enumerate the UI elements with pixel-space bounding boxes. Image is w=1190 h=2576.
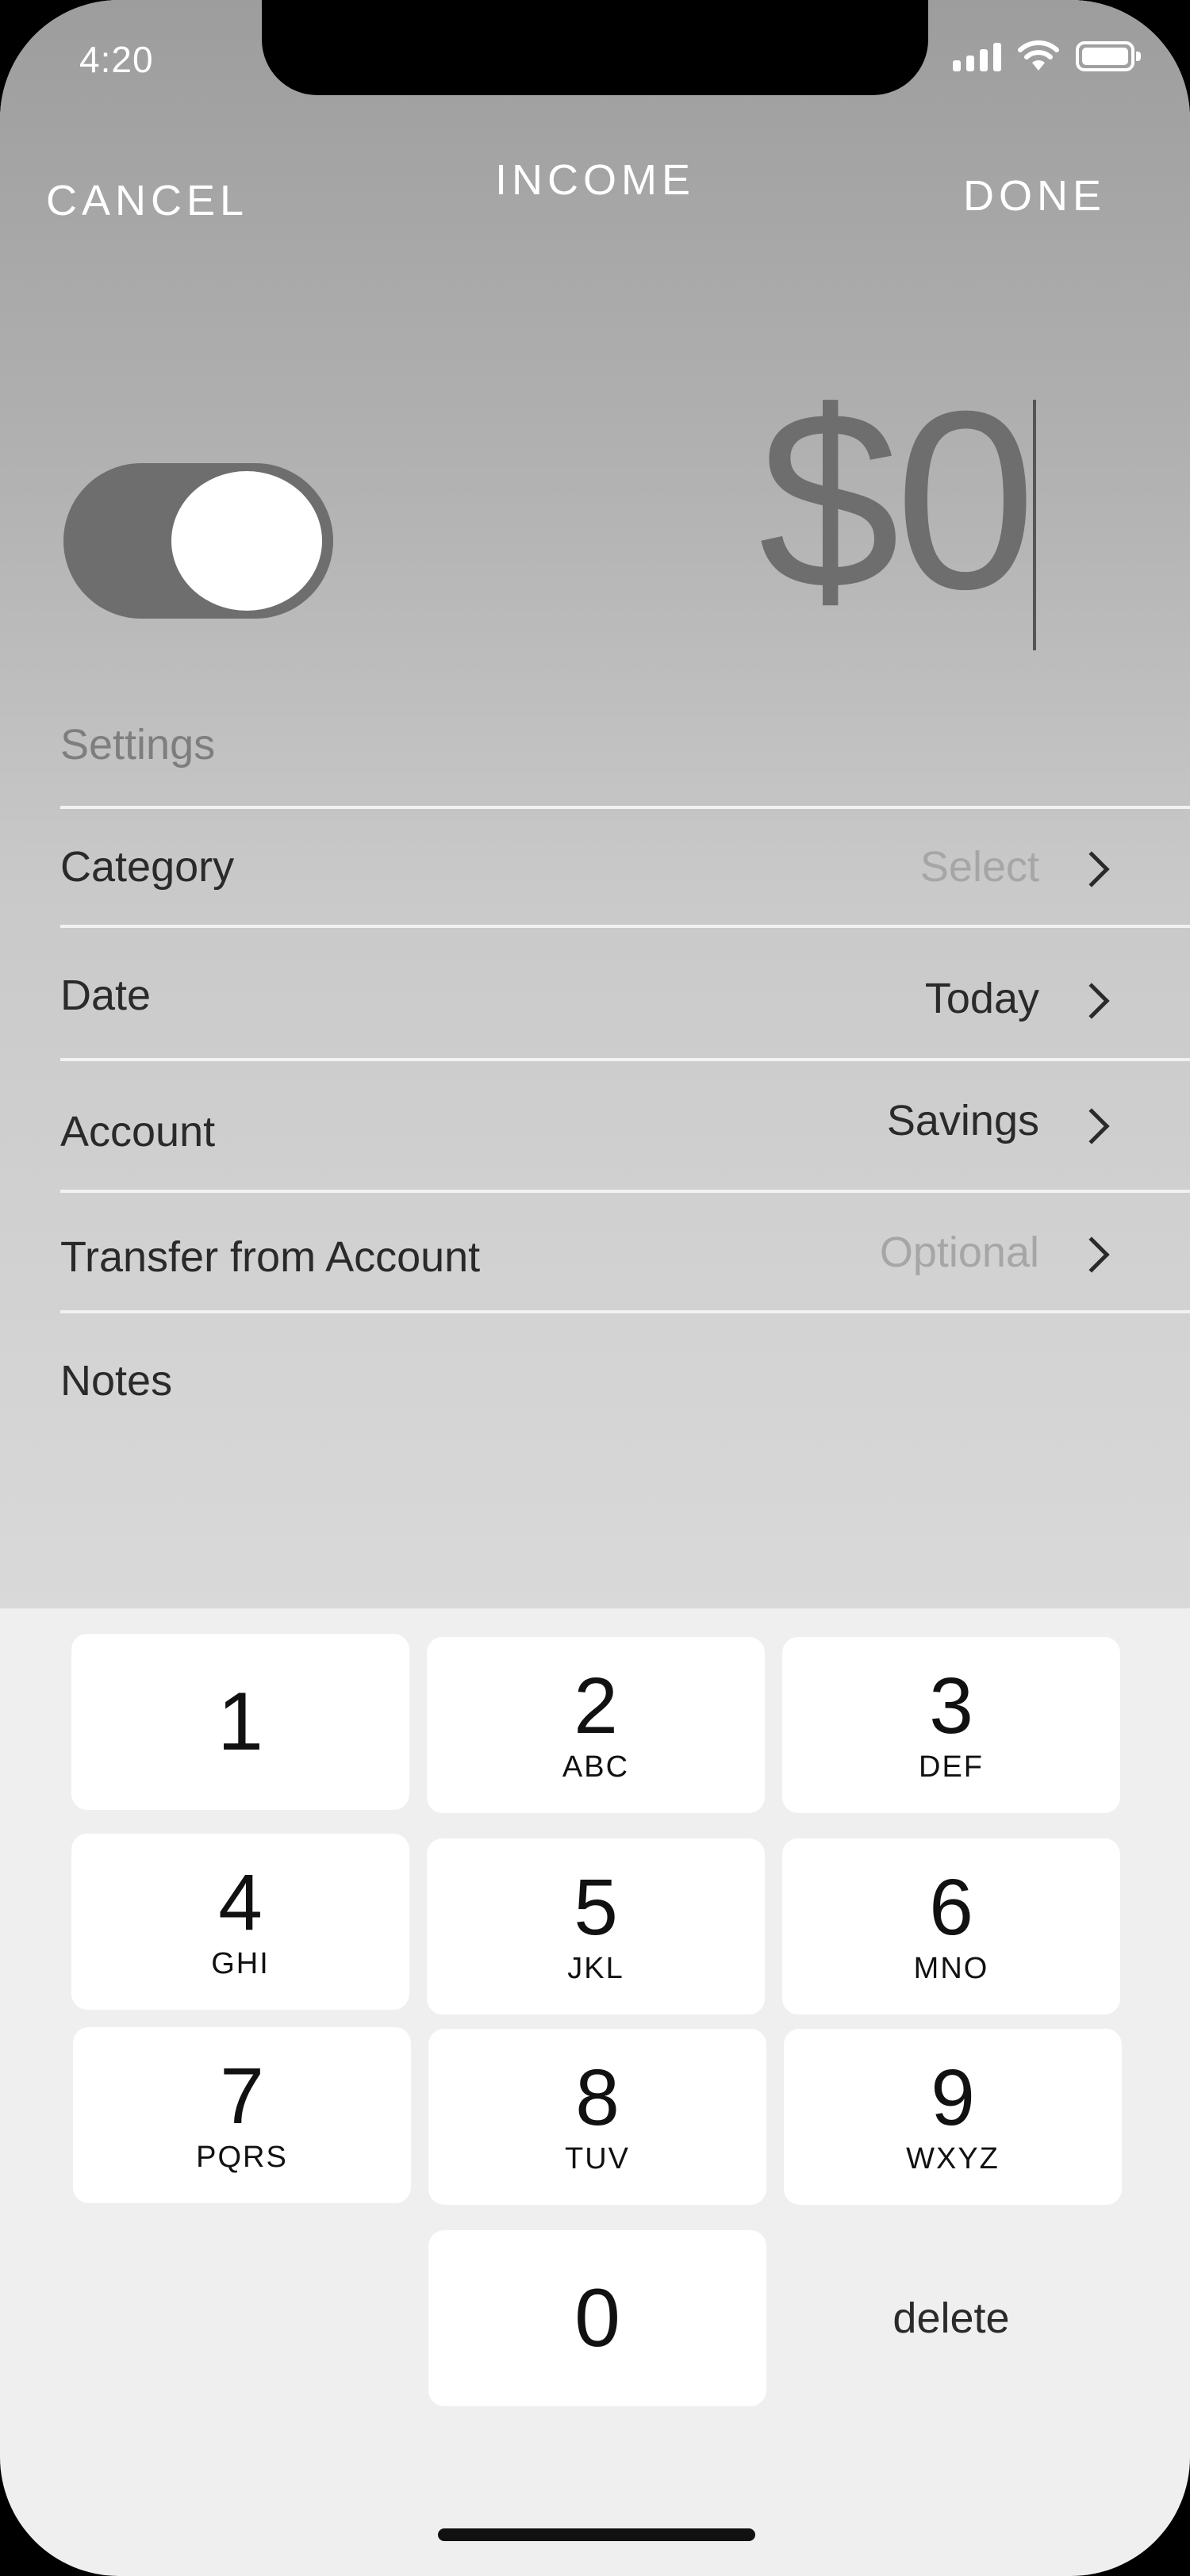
key-number: 3 bbox=[929, 1661, 973, 1750]
key-5[interactable]: 5 JKL bbox=[427, 1838, 765, 2014]
row-value: Optional bbox=[879, 1229, 1039, 1276]
chevron-right-icon bbox=[1073, 983, 1110, 1019]
row-label: Category bbox=[60, 843, 235, 891]
transfer-from-account-row[interactable]: Transfer from Account Optional bbox=[60, 1190, 1190, 1309]
key-number: 8 bbox=[575, 2053, 620, 2142]
key-3[interactable]: 3 DEF bbox=[782, 1637, 1120, 1813]
row-value: Select bbox=[919, 843, 1039, 891]
key-number: 4 bbox=[218, 1857, 263, 1947]
row-label: Account bbox=[60, 1108, 216, 1156]
amount-display[interactable]: $0 bbox=[758, 373, 1036, 627]
key-letters: WXYZ bbox=[906, 2141, 1000, 2175]
key-number: 5 bbox=[574, 1862, 618, 1952]
row-label: Date bbox=[60, 972, 152, 1019]
key-number: 1 bbox=[217, 1676, 263, 1768]
key-letters: DEF bbox=[919, 1750, 984, 1784]
home-indicator[interactable] bbox=[438, 2528, 755, 2541]
chevron-right-icon bbox=[1073, 1236, 1110, 1273]
status-icons bbox=[953, 38, 1141, 75]
key-letters: ABC bbox=[562, 1750, 630, 1784]
battery-icon bbox=[1076, 41, 1141, 71]
key-6[interactable]: 6 MNO bbox=[782, 1838, 1120, 2014]
key-number: 2 bbox=[574, 1661, 618, 1750]
phone-screen: 4:20 CANCEL INCOME DONE $0 Settings Cate… bbox=[0, 0, 1190, 2576]
chevron-right-icon bbox=[1073, 851, 1110, 887]
notch bbox=[262, 0, 928, 95]
key-2[interactable]: 2 ABC bbox=[427, 1637, 765, 1813]
key-letters: TUV bbox=[565, 2141, 630, 2175]
account-row[interactable]: Account Savings bbox=[60, 1058, 1190, 1177]
row-value: Savings bbox=[886, 1097, 1039, 1144]
key-9[interactable]: 9 WXYZ bbox=[784, 2029, 1122, 2205]
key-letters: GHI bbox=[211, 1946, 270, 1980]
text-cursor bbox=[1033, 400, 1036, 650]
key-letters: MNO bbox=[913, 1951, 989, 1985]
wifi-icon bbox=[1018, 40, 1059, 71]
key-number: 6 bbox=[929, 1862, 973, 1952]
date-row[interactable]: Date Today bbox=[60, 925, 1190, 1044]
key-7[interactable]: 7 PQRS bbox=[73, 2027, 411, 2203]
row-label: Transfer from Account bbox=[60, 1233, 481, 1281]
key-letters: JKL bbox=[567, 1951, 624, 1985]
key-number: 9 bbox=[931, 2053, 975, 2142]
category-row[interactable]: Category Select bbox=[60, 806, 1190, 925]
toggle-knob bbox=[171, 471, 322, 611]
key-8[interactable]: 8 TUV bbox=[428, 2029, 766, 2205]
done-button[interactable]: DONE bbox=[963, 171, 1106, 220]
notes-field[interactable]: Notes bbox=[60, 1356, 172, 1405]
settings-section-label: Settings bbox=[60, 721, 216, 769]
key-1[interactable]: 1 bbox=[71, 1634, 409, 1810]
key-0[interactable]: 0 bbox=[428, 2230, 766, 2406]
row-value: Today bbox=[924, 975, 1039, 1022]
key-number: 7 bbox=[220, 2051, 264, 2141]
income-toggle[interactable] bbox=[63, 463, 333, 619]
divider bbox=[60, 1310, 1190, 1313]
key-number: 0 bbox=[574, 2272, 620, 2364]
chevron-right-icon bbox=[1073, 1108, 1110, 1144]
form-area bbox=[0, 0, 1190, 1608]
status-time: 4:20 bbox=[79, 39, 154, 80]
key-letters: PQRS bbox=[196, 2140, 288, 2174]
key-4[interactable]: 4 GHI bbox=[71, 1834, 409, 2010]
delete-button[interactable]: delete bbox=[782, 2230, 1120, 2406]
signal-icon bbox=[953, 41, 1001, 71]
